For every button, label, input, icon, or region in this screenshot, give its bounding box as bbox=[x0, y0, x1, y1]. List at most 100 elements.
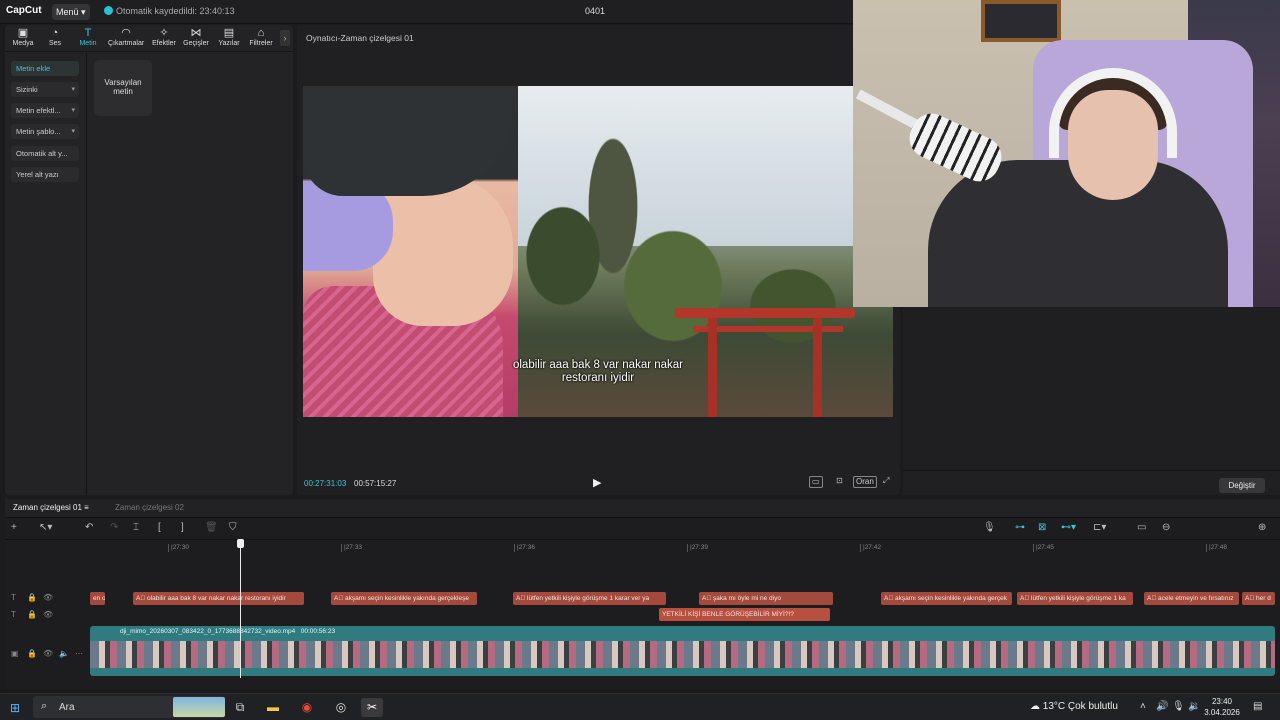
quality-icon[interactable]: ▭ bbox=[809, 476, 823, 488]
subtitle-overlay[interactable]: olabilir aaa bak 8 var nakar nakar resto… bbox=[303, 359, 893, 385]
text-clip[interactable]: A⃞ acele etmeyin ve fırsatınız bbox=[1144, 592, 1239, 605]
video-clip[interactable]: dji_mimo_20260307_083422_0_1773688842732… bbox=[90, 626, 1275, 676]
ruler-tick: |27:48 bbox=[1206, 544, 1227, 552]
split-icon[interactable]: ⌶ bbox=[133, 522, 139, 533]
text-category-list: Metin ekle Sizinki ▾ Metin efektl... ▾ Met… bbox=[5, 53, 87, 495]
tab-stickers[interactable]: ◠ Çıkartmalar bbox=[108, 27, 144, 47]
webcam-overlay bbox=[853, 0, 1280, 307]
redo-icon[interactable]: ↷ bbox=[110, 522, 118, 533]
speaker-icon[interactable]: 🔈 bbox=[59, 649, 69, 658]
menu-button[interactable]: Menü ▾ bbox=[52, 4, 90, 20]
change-button[interactable]: Değiştir bbox=[1219, 478, 1265, 493]
fullscreen-icon[interactable]: ⤢ bbox=[881, 476, 891, 486]
chevron-right-icon[interactable]: › bbox=[280, 30, 290, 46]
chevron-down-icon: ▾ bbox=[71, 107, 75, 114]
video-preview[interactable]: olabilir aaa bak 8 var nakar nakar resto… bbox=[303, 86, 893, 417]
preview-axis-icon[interactable]: ⊏▾ bbox=[1093, 522, 1106, 533]
video-trees bbox=[473, 116, 893, 376]
magnet-icon[interactable]: ⊠ bbox=[1038, 522, 1046, 533]
text-clip[interactable]: A⃞ lütfen yetkili kişiyle görüşme 1 kara… bbox=[513, 592, 666, 605]
ruler-tick: |27:36 bbox=[514, 544, 535, 552]
subtitle-line: restoranı iyidir bbox=[561, 372, 635, 384]
snap-icon[interactable]: ⊷▾ bbox=[1061, 522, 1076, 533]
tab-text[interactable]: T Metin bbox=[70, 27, 106, 47]
default-text-preset[interactable]: Varsayılan metin bbox=[94, 60, 152, 116]
text-clip[interactable]: A⃞ şaka mı öyle mi ne diyo bbox=[699, 592, 833, 605]
mic-tray-icon[interactable]: 🎙 bbox=[1172, 701, 1185, 712]
tab-media[interactable]: ▣ Medya bbox=[5, 27, 41, 47]
add-icon[interactable]: + bbox=[11, 522, 17, 533]
project-title: 0401 bbox=[584, 6, 606, 16]
text-clip-label: lütfen yetkili kişiyle görüşme 1 ka bbox=[1031, 595, 1126, 602]
chrome-icon[interactable]: ◉ bbox=[296, 698, 318, 717]
taskbar-clock[interactable]: 23:40 3.04.2026 bbox=[1202, 696, 1242, 718]
text-clip[interactable]: YETKİLİ KİŞİ BENLE GÖRÜŞEBİLİR MİYİ?!? bbox=[659, 608, 830, 621]
tab-audio[interactable]: ◔ Ses bbox=[37, 27, 73, 47]
weather-widget[interactable]: ☁ 13°C Çok bulutlu bbox=[1030, 701, 1118, 712]
fit-screen-icon[interactable]: ⊡ bbox=[834, 476, 845, 486]
time-ruler[interactable]: |27:30 |27:33 |27:36 |27:39 |27:42 |27:4… bbox=[90, 541, 1280, 555]
playhead[interactable] bbox=[240, 541, 241, 678]
select-cursor-icon[interactable]: ↖▾ bbox=[39, 522, 52, 533]
text-clip[interactable]: A⃞ akşamı seçin kesinlikle yakında gerçe… bbox=[881, 592, 1012, 605]
ruler-tick: |27:39 bbox=[687, 544, 708, 552]
capcut-taskbar-icon[interactable]: ✂ bbox=[361, 698, 383, 717]
sidebar-item-add-text[interactable]: Metin ekle bbox=[11, 61, 79, 76]
eye-icon[interactable]: 👁 bbox=[43, 649, 53, 658]
lock-icon[interactable]: 🔒 bbox=[27, 649, 37, 658]
obs-icon[interactable]: ◎ bbox=[330, 698, 352, 717]
text-clip[interactable]: A⃞ akşamı seçin kesinlikle yakında gerçe… bbox=[331, 592, 477, 605]
eye-icon[interactable]: 👁 bbox=[43, 610, 53, 619]
tab-captions[interactable]: ▤ Yazılar bbox=[211, 27, 247, 47]
tab-transitions[interactable]: ⋈ Geçişler bbox=[178, 27, 214, 47]
tab-label: Filtreler bbox=[249, 40, 273, 47]
sidebar-item-label: Otomatik alt y... bbox=[16, 149, 68, 158]
video-track-icon: ▣ bbox=[11, 649, 19, 658]
file-explorer-icon[interactable]: ▬ bbox=[262, 698, 284, 717]
task-view-icon[interactable]: ⧉ bbox=[229, 698, 251, 717]
text-clip[interactable]: en o bbox=[90, 592, 105, 605]
tab-effects[interactable]: ✧ Efektler bbox=[146, 27, 182, 47]
tab-timeline-01[interactable]: Zaman çizelgesi 01 ≡ bbox=[13, 503, 89, 512]
tab-timeline-02[interactable]: Zaman çizelgesi 02 bbox=[115, 503, 184, 512]
link-clips-icon[interactable]: ⊶ bbox=[1015, 522, 1025, 533]
windows-start-icon[interactable]: ⊞ bbox=[10, 701, 20, 715]
speaker-tray-icon[interactable]: 🔊 bbox=[1156, 701, 1168, 712]
text-clip[interactable]: A⃞ olabilir aaa bak 8 var nakar nakar re… bbox=[133, 592, 304, 605]
playhead-handle[interactable] bbox=[237, 539, 244, 548]
sidebar-item-text-effects[interactable]: Metin efektl... ▾ bbox=[11, 103, 79, 118]
text-clip[interactable]: A⃞ her d bbox=[1242, 592, 1275, 605]
volume-icon[interactable]: 🔉 bbox=[1188, 701, 1200, 712]
text-icon: T bbox=[84, 27, 92, 39]
sidebar-item-text-templates[interactable]: Metin şablo... ▾ bbox=[11, 124, 79, 139]
zoom-out-icon[interactable]: ⊖ bbox=[1162, 522, 1170, 533]
total-time: 00:57:15:27 bbox=[354, 479, 397, 488]
lock-icon[interactable]: 🔒 bbox=[27, 610, 37, 619]
sidebar-item-yours[interactable]: Sizinki ▾ bbox=[11, 82, 79, 97]
sidebar-item-local-captions[interactable]: Yerel alt yazı bbox=[11, 167, 79, 182]
captions-toggle-icon[interactable]: ▭ bbox=[1137, 522, 1146, 533]
text-clip[interactable]: A⃞ lütfen yetkili kişiyle görüşme 1 ka bbox=[1017, 592, 1133, 605]
timeline-panel: Zaman çizelgesi 01 ≡ Zaman çizelgesi 02 … bbox=[5, 499, 1280, 689]
trim-left-icon[interactable]: [ bbox=[158, 522, 161, 533]
lock-icon[interactable]: 🔒 bbox=[27, 593, 37, 602]
taskbar-search[interactable]: ⌕ Ara bbox=[33, 696, 225, 718]
video-clip-duration: 00:00:56:23 bbox=[300, 628, 336, 635]
tool-tabs: ▣ Medya ◔ Ses T Metin ◠ Çıkartmalar ✧ Efektle… bbox=[5, 25, 293, 52]
more-icon[interactable]: ⋯ bbox=[75, 649, 83, 658]
ratio-button[interactable]: Oran bbox=[853, 476, 877, 488]
trim-right-icon[interactable]: ] bbox=[181, 522, 184, 533]
notification-icon[interactable]: ▤ bbox=[1253, 701, 1262, 712]
tray-chevron-icon[interactable]: ˄ bbox=[1140, 701, 1146, 712]
undo-icon[interactable]: ↶ bbox=[85, 522, 93, 533]
delete-icon[interactable]: 🗑 bbox=[205, 522, 218, 533]
marker-icon[interactable]: ⛉ bbox=[229, 522, 237, 533]
tab-filters[interactable]: ⌂ Filtreler bbox=[243, 27, 279, 47]
microphone-icon[interactable]: 🎙 bbox=[983, 522, 996, 533]
zoom-in-icon[interactable]: ⊕ bbox=[1258, 522, 1266, 533]
text-clip-label: olabilir aaa bak 8 var nakar nakar resto… bbox=[147, 595, 286, 602]
eye-icon[interactable]: 👁 bbox=[43, 593, 53, 602]
play-icon[interactable]: ▶ bbox=[593, 476, 601, 489]
sidebar-item-auto-captions[interactable]: Otomatik alt y... bbox=[11, 146, 79, 161]
current-time: 00:27:31:03 bbox=[304, 479, 347, 488]
